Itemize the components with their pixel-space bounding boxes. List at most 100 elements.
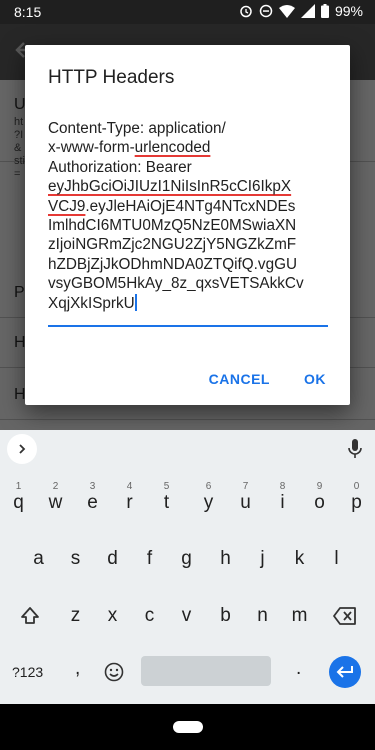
dialog-buttons: CANCEL OK — [209, 371, 326, 387]
key-label: h — [220, 547, 231, 569]
key-label: i — [280, 491, 285, 513]
period-key[interactable]: . — [296, 658, 301, 680]
misspelled-word[interactable]: VCJ9 — [48, 198, 85, 215]
microphone-icon[interactable] — [347, 438, 363, 460]
key-h[interactable]: h — [207, 535, 244, 582]
ok-button[interactable]: OK — [304, 371, 326, 387]
cancel-button[interactable]: CANCEL — [209, 371, 270, 387]
key-r[interactable]: 4r — [111, 475, 148, 522]
key-label: s — [70, 547, 81, 569]
do-not-disturb-icon — [259, 4, 273, 18]
key-label: q — [13, 491, 24, 513]
key-label: m — [291, 604, 308, 626]
chevron-right-icon — [19, 444, 26, 454]
signal-icon — [300, 4, 315, 18]
key-s[interactable]: s — [57, 535, 94, 582]
key-label: y — [203, 491, 214, 513]
backspace-key[interactable] — [326, 592, 363, 639]
key-hint: 3 — [89, 481, 96, 492]
headers-text-field[interactable]: Content-Type: application/ x-www-form-ur… — [48, 119, 328, 327]
header-text-line: hZDBjZjJkODhmNDA0ZTQifQ.vgGU — [48, 255, 298, 273]
key-hint: 4 — [126, 481, 133, 492]
key-hint: 1 — [15, 481, 22, 492]
key-label: d — [107, 547, 118, 569]
keyboard-suggestion-bar — [0, 430, 375, 470]
key-d[interactable]: d — [94, 535, 131, 582]
soft-keyboard: 1q 2w 3e 4r 5t 6y 7u 8i 9o 0p a s d f g … — [0, 430, 375, 704]
key-hint: 5 — [163, 481, 170, 492]
shift-icon — [20, 606, 39, 624]
key-w[interactable]: 2w — [37, 475, 74, 522]
key-u[interactable]: 7u — [227, 475, 264, 522]
key-hint: 8 — [279, 481, 286, 492]
enter-arrow-icon — [336, 666, 353, 678]
misspelled-word[interactable]: urlencoded — [135, 139, 211, 156]
alarm-icon — [240, 5, 252, 18]
dialog-title: HTTP Headers — [48, 67, 175, 88]
key-label: b — [220, 604, 231, 626]
header-text-line: .eyJleHAiOjE4NTg4NTcxNDEs — [85, 197, 296, 215]
key-x[interactable]: x — [94, 592, 131, 639]
misspelled-word[interactable]: eyJhbGciOiJIUzI1NiIsInR5cCI6IkpX — [48, 178, 291, 195]
symbols-key[interactable]: ?123 — [12, 664, 43, 680]
key-g[interactable]: g — [168, 535, 205, 582]
key-a[interactable]: a — [20, 535, 57, 582]
header-text-line: zIjoiNGRmZjc2NGU2ZjY5NGZkZmF — [48, 236, 297, 254]
key-label: n — [257, 604, 268, 626]
key-f[interactable]: f — [131, 535, 168, 582]
key-label: e — [87, 491, 98, 513]
key-label: u — [240, 491, 251, 513]
key-label: f — [146, 547, 153, 569]
status-bar: 8:15 99% — [0, 0, 375, 24]
key-hint: 2 — [52, 481, 59, 492]
header-text-line: ImlhdCI6MTU0MzQ5NzE0MSwiaXN — [48, 217, 297, 235]
key-c[interactable]: c — [131, 592, 168, 639]
http-headers-dialog: HTTP Headers Content-Type: application/ … — [25, 45, 350, 405]
key-p[interactable]: 0p — [338, 475, 375, 522]
key-o[interactable]: 9o — [301, 475, 338, 522]
key-label: r — [126, 491, 133, 513]
key-label: j — [260, 547, 265, 569]
key-b[interactable]: b — [207, 592, 244, 639]
header-text-line: Authorization: Bearer — [48, 158, 192, 176]
key-j[interactable]: j — [244, 535, 281, 582]
key-label: o — [314, 491, 325, 513]
key-i[interactable]: 8i — [264, 475, 301, 522]
emoji-icon[interactable] — [104, 662, 124, 682]
key-hint: 6 — [205, 481, 212, 492]
key-hint: 7 — [242, 481, 249, 492]
header-text-line: x-www-form- — [48, 139, 135, 157]
key-label: c — [144, 604, 155, 626]
key-e[interactable]: 3e — [74, 475, 111, 522]
battery-percent: 99% — [334, 3, 363, 19]
key-label: g — [181, 547, 192, 569]
space-key[interactable] — [141, 656, 271, 686]
key-hint: 9 — [316, 481, 323, 492]
keyboard-expand-button[interactable] — [7, 434, 37, 464]
key-t[interactable]: 5t — [148, 475, 185, 522]
wifi-icon — [278, 5, 295, 18]
key-l[interactable]: l — [318, 535, 355, 582]
key-label: p — [351, 491, 362, 513]
key-label: t — [163, 491, 170, 513]
key-label: l — [334, 547, 339, 569]
battery-icon — [320, 4, 329, 18]
key-label: k — [294, 547, 305, 569]
backspace-icon — [332, 606, 356, 625]
key-v[interactable]: v — [168, 592, 205, 639]
key-k[interactable]: k — [281, 535, 318, 582]
key-y[interactable]: 6y — [190, 475, 227, 522]
key-m[interactable]: m — [281, 592, 318, 639]
key-n[interactable]: n — [244, 592, 281, 639]
key-label: x — [107, 604, 118, 626]
shift-key[interactable] — [11, 592, 48, 639]
key-z[interactable]: z — [57, 592, 94, 639]
key-hint: 0 — [353, 481, 360, 492]
enter-key[interactable] — [329, 656, 361, 688]
status-icons: 99% — [239, 3, 363, 19]
key-q[interactable]: 1q — [0, 475, 37, 522]
key-label: v — [181, 604, 192, 626]
home-pill[interactable] — [173, 721, 203, 733]
header-text-line: Content-Type: application/ — [48, 120, 226, 137]
comma-key[interactable]: , — [75, 658, 80, 680]
